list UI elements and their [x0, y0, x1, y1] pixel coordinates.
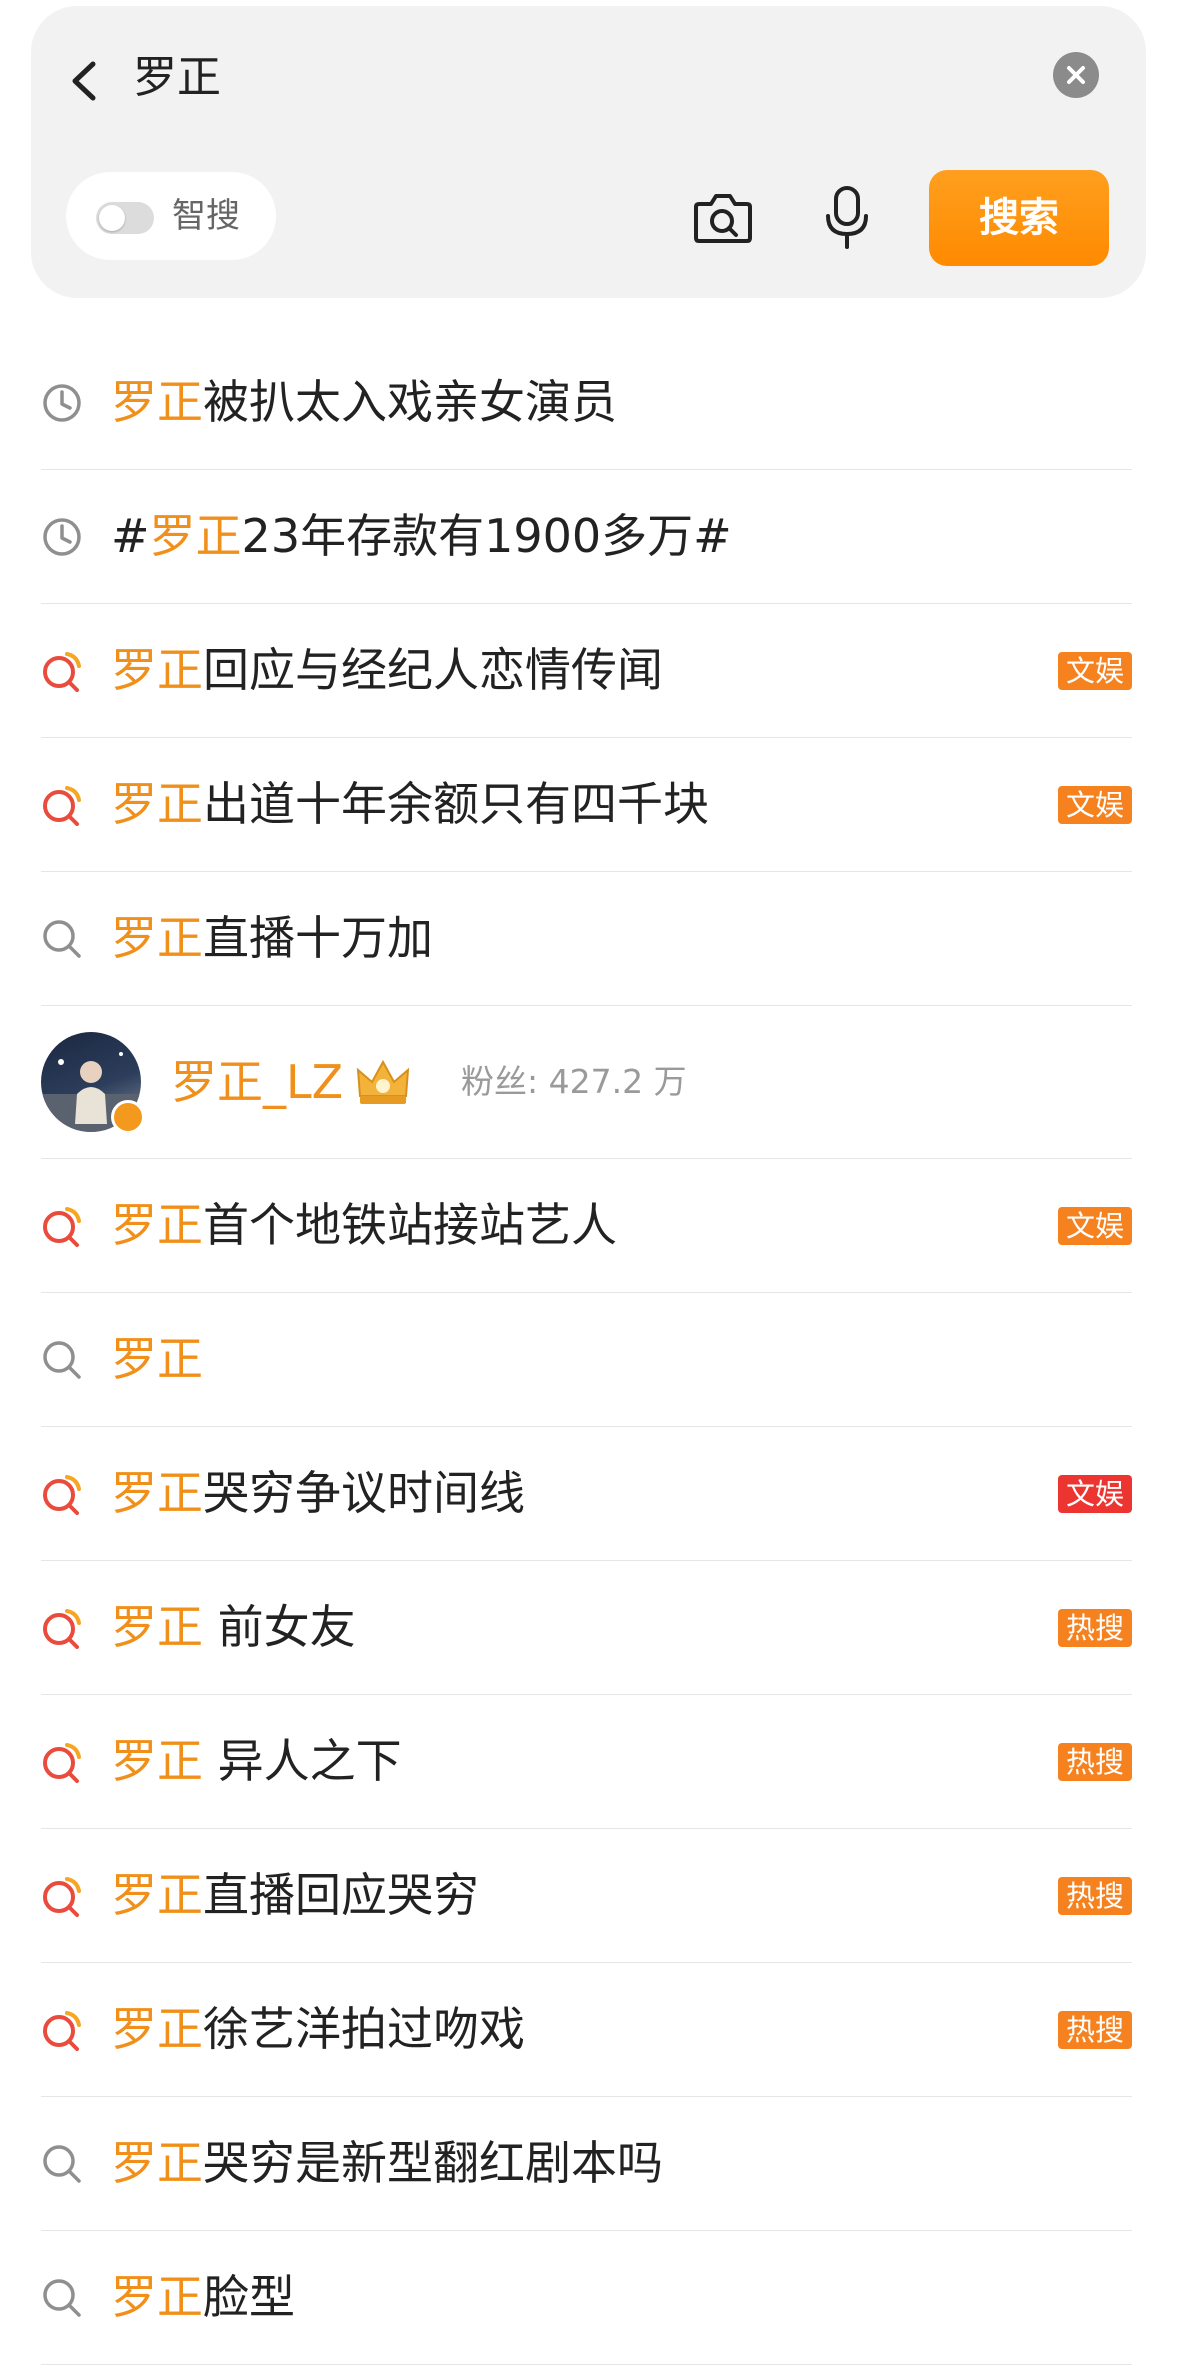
hot-search-icon — [41, 1741, 83, 1783]
category-tag: 热搜 — [1057, 1609, 1132, 1647]
suggestion-suffix: 徐艺洋拍过吻戏 — [203, 2002, 525, 2056]
suggestion-suffix: 直播十万加 — [203, 911, 433, 965]
user-name: 罗正_LZ — [171, 1055, 344, 1109]
category-tag: 热搜 — [1057, 2011, 1132, 2049]
suggestion-row[interactable]: 罗正哭穷是新型翻红剧本吗 — [41, 2097, 1132, 2231]
suggestion-text: #罗正23年存款有1900多万# — [111, 504, 732, 568]
suggestion-text: 罗正被扒太入戏亲女演员 — [111, 370, 617, 434]
suggestion-text: 罗正哭穷争议时间线 — [111, 1461, 525, 1525]
category-tag: 热搜 — [1057, 1743, 1132, 1781]
suggestion-suffix: 脸型 — [203, 2270, 295, 2324]
suggestion-prefix: # — [111, 509, 150, 563]
suggestion-keyword: 罗正 — [149, 509, 242, 563]
suggestion-keyword: 罗正 — [111, 1868, 203, 1922]
suggestion-suffix: 回应与经纪人恋情传闻 — [203, 643, 663, 697]
suggestion-suffix: 首个地铁站接站艺人 — [203, 1198, 617, 1252]
hot-search-icon — [41, 1875, 83, 1917]
fans-value: 427.2 万 — [548, 1062, 687, 1101]
suggestion-keyword: 罗正 — [111, 2270, 203, 2324]
suggestion-text: 罗正出道十年余额只有四千块 — [111, 772, 709, 836]
suggestion-row[interactable]: 罗正 — [41, 1293, 1132, 1427]
suggestion-row[interactable]: 罗正回应与经纪人恋情传闻 文娱 — [41, 604, 1132, 738]
category-tag: 热搜 — [1057, 1877, 1132, 1915]
suggestion-keyword: 罗正 — [111, 1198, 203, 1252]
suggestion-suffix: 23年存款有1900多万# — [241, 509, 732, 563]
suggestion-row[interactable]: 罗正脸型 — [41, 2231, 1132, 2365]
suggestion-keyword: 罗正 — [111, 1466, 203, 1520]
suggestion-row[interactable]: 罗正直播回应哭穷 热搜 — [41, 1829, 1132, 1963]
search-icon — [41, 2277, 83, 2319]
suggestion-text: 罗正直播回应哭穷 — [111, 1863, 479, 1927]
suggestion-keyword: 罗正 — [111, 1332, 203, 1386]
suggestion-text: 罗正首个地铁站接站艺人 — [111, 1193, 617, 1257]
hot-search-icon — [41, 1607, 83, 1649]
suggestion-suffix: 异人之下 — [203, 1734, 402, 1788]
suggestion-suffix: 哭穷是新型翻红剧本吗 — [203, 2136, 663, 2190]
smart-search-label: 智搜 — [172, 196, 240, 236]
suggestion-keyword: 罗正 — [111, 375, 203, 429]
suggestion-row[interactable]: 罗正直播十万加 — [41, 872, 1132, 1006]
suggestion-text: 罗正 异人之下 — [111, 1729, 402, 1793]
suggestion-keyword: 罗正 — [111, 2136, 203, 2190]
category-tag: 文娱 — [1057, 652, 1132, 690]
toggle-knob — [99, 205, 125, 231]
suggestion-suffix: 哭穷争议时间线 — [203, 1466, 525, 1520]
search-icon — [41, 2143, 83, 2185]
hot-search-icon — [41, 2009, 83, 2051]
suggestion-text: 罗正直播十万加 — [111, 906, 433, 970]
history-clock-icon — [41, 516, 83, 558]
suggestion-text: 罗正徐艺洋拍过吻戏 — [111, 1997, 525, 2061]
suggestion-text: 罗正回应与经纪人恋情传闻 — [111, 638, 663, 702]
suggestion-row[interactable]: 罗正徐艺洋拍过吻戏 热搜 — [41, 1963, 1132, 2097]
clear-icon[interactable] — [1053, 52, 1099, 98]
user-suggestion-row[interactable]: 罗正_LZ 粉丝: 427.2 万 — [41, 1006, 1132, 1159]
suggestion-suffix: 直播回应哭穷 — [203, 1868, 479, 1922]
suggestion-keyword: 罗正 — [111, 777, 203, 831]
suggestion-row[interactable]: 罗正首个地铁站接站艺人 文娱 — [41, 1159, 1132, 1293]
hot-search-icon — [41, 650, 83, 692]
suggestion-suffix: 被扒太入戏亲女演员 — [203, 375, 617, 429]
suggestion-row[interactable]: 罗正哭穷争议时间线 文娱 — [41, 1427, 1132, 1561]
fans-count: 粉丝: 427.2 万 — [461, 1056, 687, 1108]
hot-search-icon — [41, 1473, 83, 1515]
search-button[interactable]: 搜索 — [929, 170, 1109, 266]
suggestion-keyword: 罗正 — [111, 1734, 203, 1788]
category-tag: 文娱 — [1057, 786, 1132, 824]
category-tag: 文娱 — [1057, 1475, 1132, 1513]
suggestion-text: 罗正 前女友 — [111, 1595, 356, 1659]
suggestion-suffix: 出道十年余额只有四千块 — [203, 777, 709, 831]
suggestion-suffix: 前女友 — [203, 1600, 356, 1654]
hot-search-icon — [41, 1205, 83, 1247]
verified-badge-icon — [111, 1100, 145, 1134]
microphone-icon[interactable] — [821, 184, 873, 252]
suggestion-keyword: 罗正 — [111, 2002, 203, 2056]
toggle-switch[interactable] — [96, 202, 154, 234]
history-clock-icon — [41, 382, 83, 424]
suggestion-text: 罗正脸型 — [111, 2265, 295, 2329]
suggestion-text: 罗正哭穷是新型翻红剧本吗 — [111, 2131, 663, 2195]
suggestion-keyword: 罗正 — [111, 1600, 203, 1654]
search-panel: 罗正 智搜 搜索 — [31, 6, 1146, 298]
suggestion-row[interactable]: #罗正23年存款有1900多万# — [41, 470, 1132, 604]
suggestion-row[interactable]: 罗正被扒太入戏亲女演员 — [41, 336, 1132, 470]
fans-label: 粉丝: — [461, 1062, 549, 1101]
category-tag: 文娱 — [1057, 1207, 1132, 1245]
hot-search-icon — [41, 784, 83, 826]
suggestion-row[interactable]: 罗正 前女友 热搜 — [41, 1561, 1132, 1695]
camera-icon[interactable] — [691, 186, 755, 250]
smart-search-toggle[interactable]: 智搜 — [66, 172, 276, 260]
suggestion-row[interactable]: 罗正出道十年余额只有四千块 文娱 — [41, 738, 1132, 872]
suggestion-text: 罗正 — [111, 1327, 203, 1391]
search-icon — [41, 918, 83, 960]
back-arrow-icon[interactable] — [59, 46, 119, 116]
suggestion-list: 罗正被扒太入戏亲女演员 #罗正23年存款有1900多万# 罗正回应与经纪人恋情传闻文… — [0, 336, 1179, 2365]
suggestion-keyword: 罗正 — [111, 911, 203, 965]
search-input[interactable]: 罗正 — [133, 48, 221, 108]
suggestion-row[interactable]: 罗正 异人之下 热搜 — [41, 1695, 1132, 1829]
crown-badge-icon — [354, 1056, 412, 1108]
suggestion-keyword: 罗正 — [111, 643, 203, 697]
search-icon — [41, 1339, 83, 1381]
